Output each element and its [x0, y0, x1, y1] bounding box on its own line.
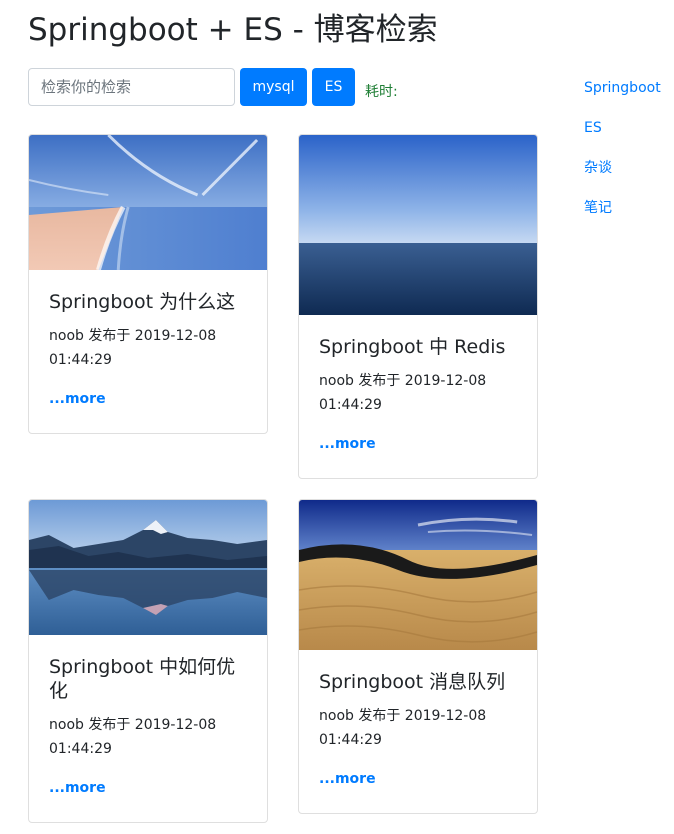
card-more-link[interactable]: ...more	[49, 389, 247, 409]
card-meta: noob 发布于 2019-12-08 01:44:29	[49, 717, 217, 757]
card-image-ocean	[299, 135, 537, 315]
card-more-link[interactable]: ...more	[319, 769, 517, 789]
search-bar: mysql ES 耗时:	[28, 68, 398, 106]
card-title[interactable]: Springboot 中如何优化	[49, 655, 247, 703]
mysql-search-button[interactable]: mysql	[240, 68, 307, 106]
blog-card: Springboot 中 Redis noob 发布于 2019-12-08 0…	[298, 134, 538, 479]
blog-card: Springboot 中如何优化 noob 发布于 2019-12-08 01:…	[28, 499, 268, 823]
search-input[interactable]	[28, 68, 235, 106]
blog-card: Springboot 为什么这 noob 发布于 2019-12-08 01:4…	[28, 134, 268, 434]
card-image-beach	[29, 135, 267, 270]
sidebar-item-chat[interactable]: 杂谈	[584, 158, 661, 198]
es-search-button[interactable]: ES	[312, 68, 355, 106]
card-meta: noob 发布于 2019-12-08 01:44:29	[49, 328, 217, 368]
card-meta: noob 发布于 2019-12-08 01:44:29	[319, 708, 487, 748]
elapsed-time-label: 耗时:	[365, 84, 398, 100]
sidebar-item-es[interactable]: ES	[584, 118, 661, 158]
category-sidebar: Springboot ES 杂谈 笔记	[584, 78, 661, 238]
page-title: Springboot + ES - 博客检索	[28, 12, 438, 48]
card-title[interactable]: Springboot 中 Redis	[319, 335, 517, 359]
sidebar-item-notes[interactable]: 笔记	[584, 198, 661, 238]
card-meta: noob 发布于 2019-12-08 01:44:29	[319, 373, 487, 413]
card-more-link[interactable]: ...more	[319, 434, 517, 454]
blog-card: Springboot 消息队列 noob 发布于 2019-12-08 01:4…	[298, 499, 538, 814]
card-image-desert	[299, 500, 537, 650]
card-title[interactable]: Springboot 消息队列	[319, 670, 517, 694]
card-image-mountain-lake	[29, 500, 267, 635]
card-more-link[interactable]: ...more	[49, 778, 247, 798]
card-title[interactable]: Springboot 为什么这	[49, 290, 247, 314]
sidebar-item-springboot[interactable]: Springboot	[584, 78, 661, 118]
